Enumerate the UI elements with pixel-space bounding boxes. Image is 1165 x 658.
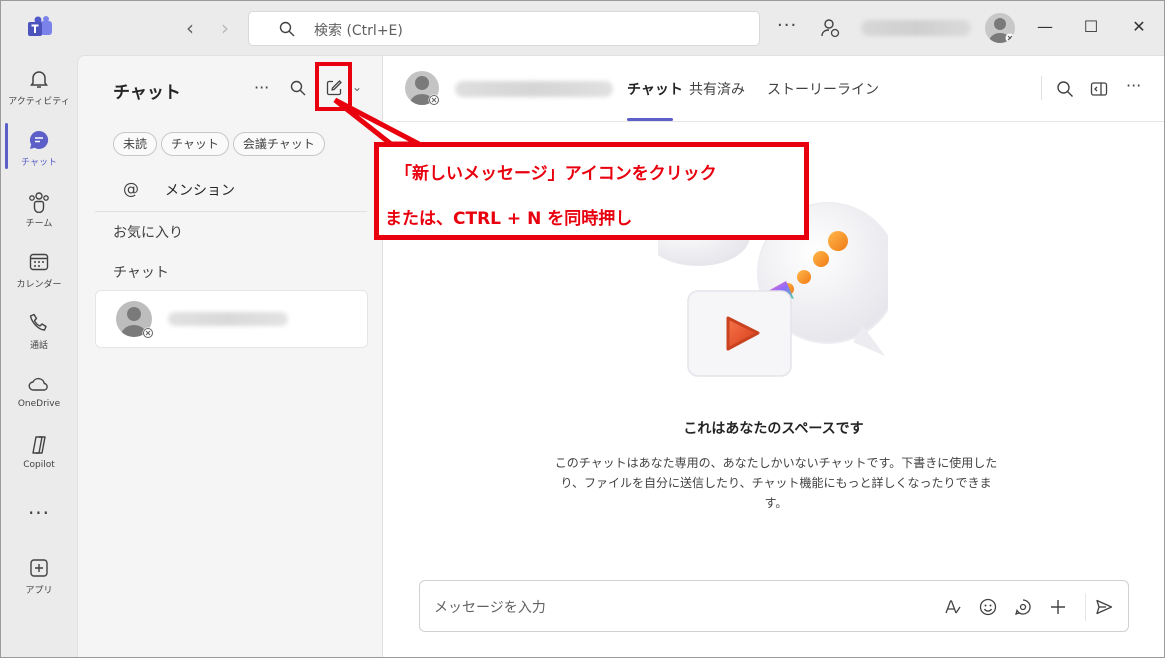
presence-offline-icon bbox=[142, 327, 154, 339]
copilot-icon bbox=[32, 436, 46, 454]
chat-icon bbox=[29, 130, 49, 149]
loop-component-icon[interactable] bbox=[1014, 598, 1032, 616]
teams-logo-icon[interactable] bbox=[27, 16, 53, 40]
forward-arrow-icon[interactable]: › bbox=[214, 17, 236, 39]
back-arrow-icon[interactable]: ‹ bbox=[179, 17, 201, 39]
chat-header-more-icon[interactable]: ··· bbox=[1126, 76, 1141, 95]
minimize-icon[interactable]: — bbox=[1035, 17, 1055, 37]
org-person-icon[interactable] bbox=[819, 17, 841, 39]
at-icon: @ bbox=[123, 179, 139, 198]
filter-chip-unread[interactable]: 未読 bbox=[113, 132, 158, 156]
filter-chip-chat[interactable]: チャット bbox=[161, 132, 229, 156]
rail-item-teams[interactable]: チーム bbox=[1, 183, 77, 239]
open-side-panel-icon[interactable] bbox=[1090, 80, 1108, 98]
chat-search-icon[interactable] bbox=[290, 80, 306, 96]
rail-label-chat: チャット bbox=[21, 158, 57, 168]
close-icon[interactable]: ✕ bbox=[1129, 17, 1149, 37]
rail-item-onedrive[interactable]: OneDrive bbox=[1, 366, 77, 422]
filter-chip-meeting-chat[interactable]: 会議チャット bbox=[232, 132, 325, 156]
chat-header: チャット 共有済み ストーリーライン ··· bbox=[383, 56, 1164, 122]
empty-state-description: このチャットはあなた専用の、あなたしかいないチャットです。下書きに使用したり、フ… bbox=[554, 456, 998, 510]
rail-more-icon[interactable]: ··· bbox=[1, 501, 77, 525]
search-in-chat-icon[interactable] bbox=[1056, 80, 1074, 98]
maximize-icon[interactable]: ☐ bbox=[1081, 17, 1101, 37]
composer-placeholder: メッセージを入力 bbox=[434, 600, 546, 616]
rail-item-chat[interactable]: チャット bbox=[1, 122, 77, 178]
rail-label-calls: 通話 bbox=[29, 341, 48, 351]
empty-state-title: これはあなたのスペースです bbox=[683, 421, 864, 437]
calendar-icon bbox=[29, 253, 49, 271]
chat-pane-more-icon[interactable]: ··· bbox=[254, 78, 269, 97]
bell-icon bbox=[30, 71, 48, 88]
rail-label-teams: チーム bbox=[25, 219, 53, 229]
mentions-label: メンション bbox=[165, 183, 235, 199]
search-icon bbox=[279, 21, 295, 37]
rail-item-calls[interactable]: 通話 bbox=[1, 305, 77, 361]
settings-more-icon[interactable]: ··· bbox=[777, 15, 797, 36]
emoji-icon[interactable] bbox=[979, 598, 997, 616]
composer-divider bbox=[1085, 593, 1086, 621]
format-text-icon[interactable] bbox=[944, 598, 962, 616]
org-name-blurred bbox=[861, 20, 971, 36]
teams-window: ‹ › 検索 (Ctrl+E) ··· — ☐ ✕ アクティビティ チャット チ… bbox=[0, 0, 1165, 658]
mentions-item[interactable]: @ メンション bbox=[95, 174, 367, 212]
rail-label-onedrive: OneDrive bbox=[17, 399, 61, 409]
send-icon[interactable] bbox=[1095, 598, 1113, 616]
app-rail: アクティビティ チャット チーム カレンダー 通話 OneDrive Copil… bbox=[1, 55, 77, 657]
annotation-callout: 「新しいメッセージ」アイコンをクリック または、CTRL + N を同時押し bbox=[374, 142, 809, 240]
rail-item-copilot[interactable]: Copilot bbox=[1, 427, 77, 483]
add-app-icon bbox=[30, 559, 48, 577]
chat-list-item[interactable] bbox=[95, 290, 368, 348]
chat-name-blurred bbox=[168, 312, 288, 326]
rail-label-activity: アクティビティ bbox=[8, 97, 70, 107]
search-placeholder: 検索 (Ctrl+E) bbox=[314, 23, 403, 39]
add-attachment-icon[interactable] bbox=[1049, 598, 1067, 616]
chats-section-label[interactable]: チャット bbox=[113, 262, 169, 282]
header-divider bbox=[1041, 76, 1042, 100]
profile-avatar[interactable] bbox=[985, 13, 1015, 43]
filter-chips: 未読 チャット 会議チャット bbox=[113, 132, 329, 156]
rail-label-copilot: Copilot bbox=[23, 460, 55, 470]
rail-label-calendar: カレンダー bbox=[16, 280, 62, 290]
active-tab-indicator bbox=[627, 118, 673, 121]
callout-line-1: 「新しいメッセージ」アイコンをクリック bbox=[395, 164, 717, 184]
rail-item-apps[interactable]: アプリ bbox=[1, 550, 77, 606]
callout-line-2: または、CTRL + N を同時押し bbox=[385, 209, 633, 229]
rail-label-apps: アプリ bbox=[25, 586, 53, 596]
teams-icon bbox=[29, 192, 49, 213]
rail-item-activity[interactable]: アクティビティ bbox=[1, 61, 77, 117]
rail-item-calendar[interactable]: カレンダー bbox=[1, 244, 77, 300]
search-input[interactable]: 検索 (Ctrl+E) bbox=[248, 11, 760, 46]
message-composer[interactable]: メッセージを入力 bbox=[419, 580, 1129, 632]
tab-shared[interactable]: 共有済み bbox=[689, 79, 745, 99]
cloud-icon bbox=[28, 377, 48, 391]
title-bar: ‹ › 検索 (Ctrl+E) ··· — ☐ ✕ bbox=[1, 1, 1164, 55]
chat-pane-title: チャット bbox=[113, 83, 181, 103]
favorites-section-label[interactable]: お気に入り bbox=[113, 222, 183, 242]
person-silhouette-icon bbox=[989, 18, 1015, 43]
chevron-down-icon[interactable]: ⌄ bbox=[352, 80, 362, 94]
tab-storyline[interactable]: ストーリーライン bbox=[767, 79, 879, 99]
chat-header-name-blurred bbox=[455, 81, 613, 97]
tab-chat[interactable]: チャット bbox=[627, 79, 683, 99]
phone-icon bbox=[29, 313, 47, 331]
